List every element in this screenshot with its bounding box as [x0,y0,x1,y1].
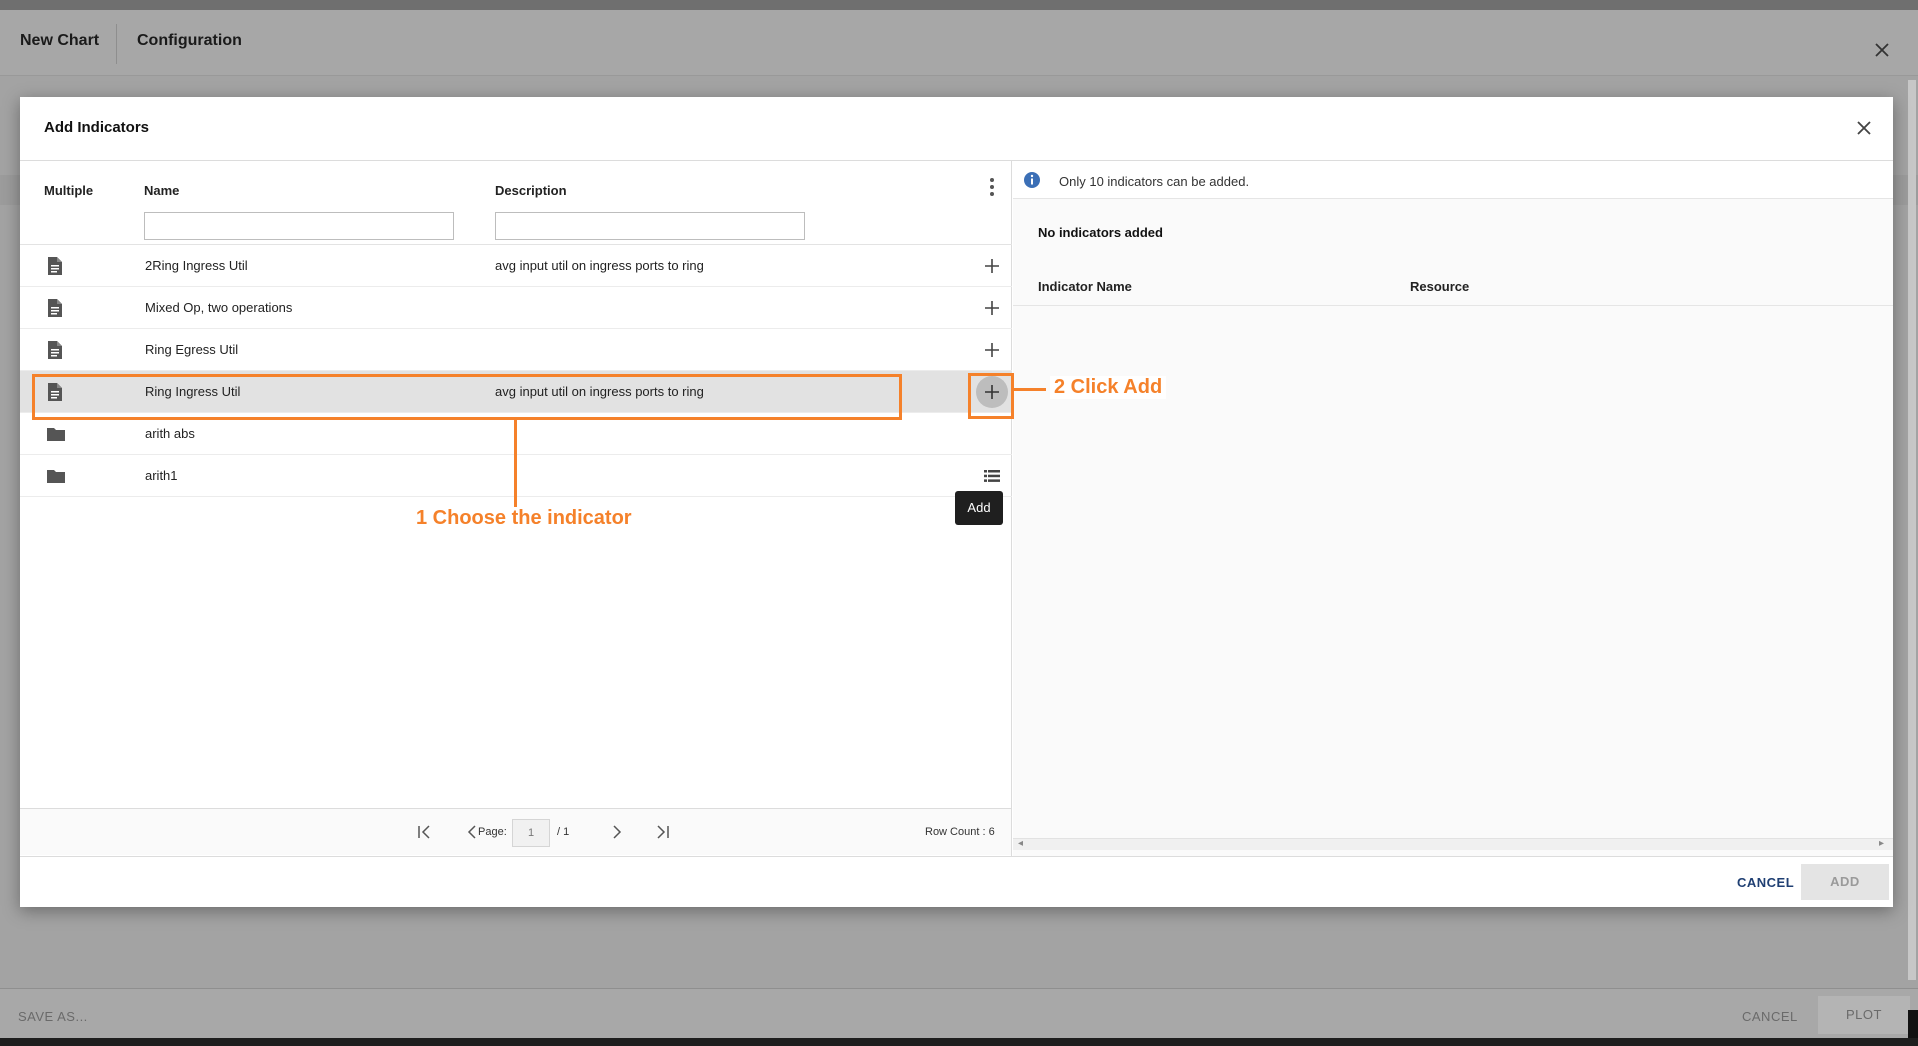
app-corner [1908,1010,1918,1038]
last-page-icon[interactable] [653,822,673,842]
page-label: Page: [478,826,507,838]
column-header-description[interactable]: Description [495,183,567,198]
page-total: / 1 [557,826,570,838]
dialog-close-icon[interactable] [1854,118,1874,138]
dialog-footer-divider [20,856,1893,857]
add-indicators-dialog: Add Indicators Multiple Name Description… [20,97,1893,907]
app-scrollbar[interactable] [1908,80,1916,980]
column-menu-icon[interactable] [985,175,999,199]
row-name: arith1 [145,468,178,483]
page-number-input[interactable] [512,819,550,847]
plus-icon[interactable] [982,298,1002,318]
add-button[interactable]: ADD [1801,864,1889,900]
folder-icon [47,428,65,441]
app-top-strip [0,0,1918,10]
annotation-connector [514,420,517,508]
tab-configuration[interactable]: Configuration [137,32,242,50]
name-filter-input[interactable] [144,212,454,240]
header-divider [116,24,117,64]
next-page-icon[interactable] [606,822,626,842]
app-bottom-bar [0,1038,1918,1046]
pagination-bar: Page: / 1 Row Count : 6 [20,808,1011,855]
info-bar: Only 10 indicators can be added. [1013,161,1893,199]
horizontal-scrollbar[interactable]: ◂ ▸ [1013,838,1893,850]
info-icon [1024,172,1040,188]
annotation-add-highlight [968,373,1014,419]
column-header-name[interactable]: Name [144,183,179,198]
add-tooltip: Add [955,491,1003,525]
folder-icon [47,470,65,483]
row-name: 2Ring Ingress Util [145,258,248,273]
app-close-icon[interactable] [1872,40,1892,60]
scroll-right-icon[interactable]: ▸ [1879,838,1884,849]
row-name: arith abs [145,426,195,441]
list-icon[interactable] [982,466,1002,486]
first-page-icon[interactable] [414,822,434,842]
plus-icon[interactable] [982,256,1002,276]
app-header: New Chart Configuration [0,10,1918,76]
info-message: Only 10 indicators can be added. [1059,174,1250,189]
app-footer [0,988,1918,1038]
row-name: Mixed Op, two operations [145,300,293,315]
file-icon [48,341,62,359]
file-icon [48,257,62,275]
dialog-title: Add Indicators [44,119,150,136]
annotation-connector [1014,388,1046,391]
selected-indicators-panel: Only 10 indicators can be added. No indi… [1013,161,1893,856]
header-divider [1013,305,1893,306]
table-row[interactable]: 2Ring Ingress Util avg input util on ing… [20,245,1012,287]
annotation-row-highlight [32,374,902,420]
column-header-indicator-name[interactable]: Indicator Name [1038,279,1132,294]
annotation-step-1: 1 Choose the indicator [412,507,636,530]
plot-button[interactable]: PLOT [1818,996,1910,1034]
table-row[interactable]: Mixed Op, two operations [20,287,1012,329]
row-name: Ring Egress Util [145,342,239,357]
empty-state-text: No indicators added [1038,225,1163,240]
column-header-multiple[interactable]: Multiple [44,183,93,198]
annotation-step-2: 2 Click Add [1050,376,1167,399]
file-icon [48,299,62,317]
column-header-resource[interactable]: Resource [1410,279,1469,294]
app-title: New Chart [20,32,100,49]
table-row[interactable]: Ring Egress Util [20,329,1012,371]
scroll-left-icon[interactable]: ◂ [1018,838,1023,849]
row-description: avg input util on ingress ports to ring [495,258,704,273]
plus-icon[interactable] [982,340,1002,360]
filter-row [20,203,1012,245]
save-as-button[interactable]: SAVE AS... [18,1009,88,1024]
cancel-button[interactable]: CANCEL [1737,875,1794,890]
row-count: Row Count : 6 [925,826,995,838]
description-filter-input[interactable] [495,212,805,240]
app-cancel-button[interactable]: CANCEL [1742,1009,1798,1024]
